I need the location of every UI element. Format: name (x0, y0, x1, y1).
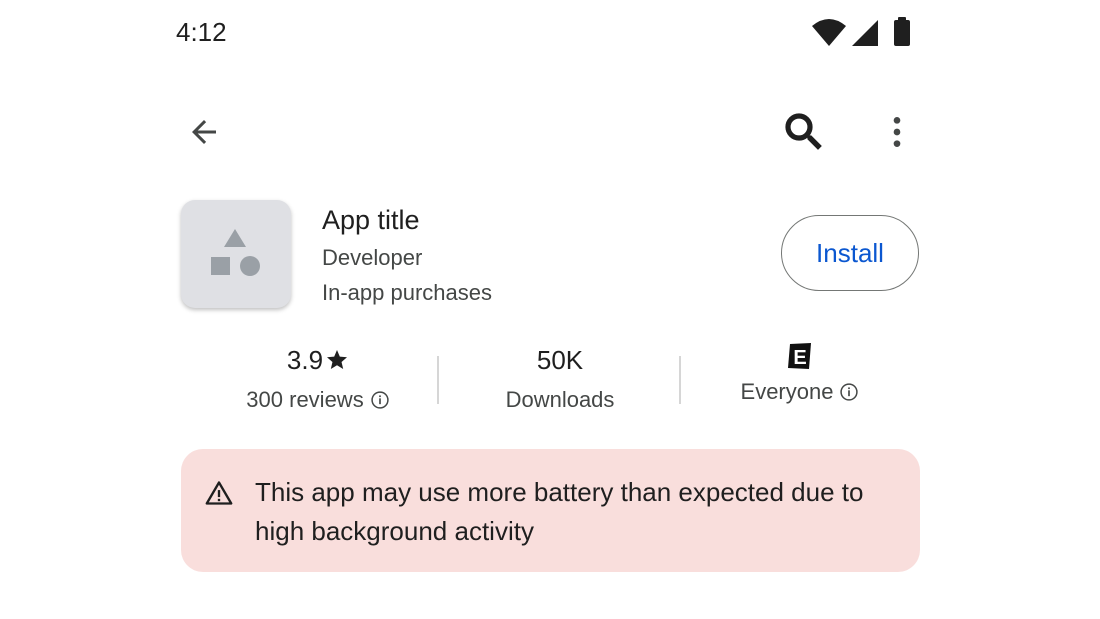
battery-warning-card: This app may use more battery than expec… (181, 449, 920, 572)
back-button[interactable] (176, 104, 232, 160)
stat-divider (679, 356, 681, 404)
downloads-label: Downloads (505, 387, 615, 412)
install-button[interactable]: Install (781, 215, 919, 291)
back-arrow-icon (192, 120, 216, 144)
content-rating-stat[interactable]: E Everyone (712, 342, 888, 408)
search-icon (785, 113, 822, 150)
in-app-purchases-label: In-app purchases (322, 280, 492, 305)
stat-divider (437, 356, 439, 404)
battery-icon (894, 17, 910, 46)
search-button[interactable] (776, 104, 832, 160)
status-icons (810, 16, 916, 48)
developer-link[interactable]: Developer (322, 244, 422, 272)
more-options-button[interactable] (869, 104, 925, 160)
rating-value: 3.9 (286, 345, 324, 375)
star-icon (327, 350, 348, 369)
content-rating-label: Everyone (740, 379, 834, 404)
downloads-stat: 50K Downloads (470, 342, 650, 416)
rating-stat[interactable]: 3.9 300 reviews (228, 342, 408, 416)
wifi-icon (812, 19, 846, 46)
reviews-count: 300 reviews (246, 387, 364, 412)
info-icon[interactable] (370, 390, 390, 410)
cellular-signal-icon (852, 20, 878, 46)
more-vert-icon (893, 117, 901, 147)
esrb-badge-letter: E (793, 347, 806, 369)
info-icon[interactable] (839, 382, 859, 402)
status-time: 4:12 (176, 17, 227, 47)
warning-triangle-icon (205, 481, 233, 505)
downloads-value: 50K (536, 345, 584, 375)
app-title: App title (322, 205, 420, 235)
app-icon[interactable] (181, 200, 291, 308)
app-shapes-icon (211, 229, 260, 276)
esrb-everyone-icon: E (788, 343, 811, 369)
warning-text: This app may use more battery than expec… (255, 477, 864, 546)
